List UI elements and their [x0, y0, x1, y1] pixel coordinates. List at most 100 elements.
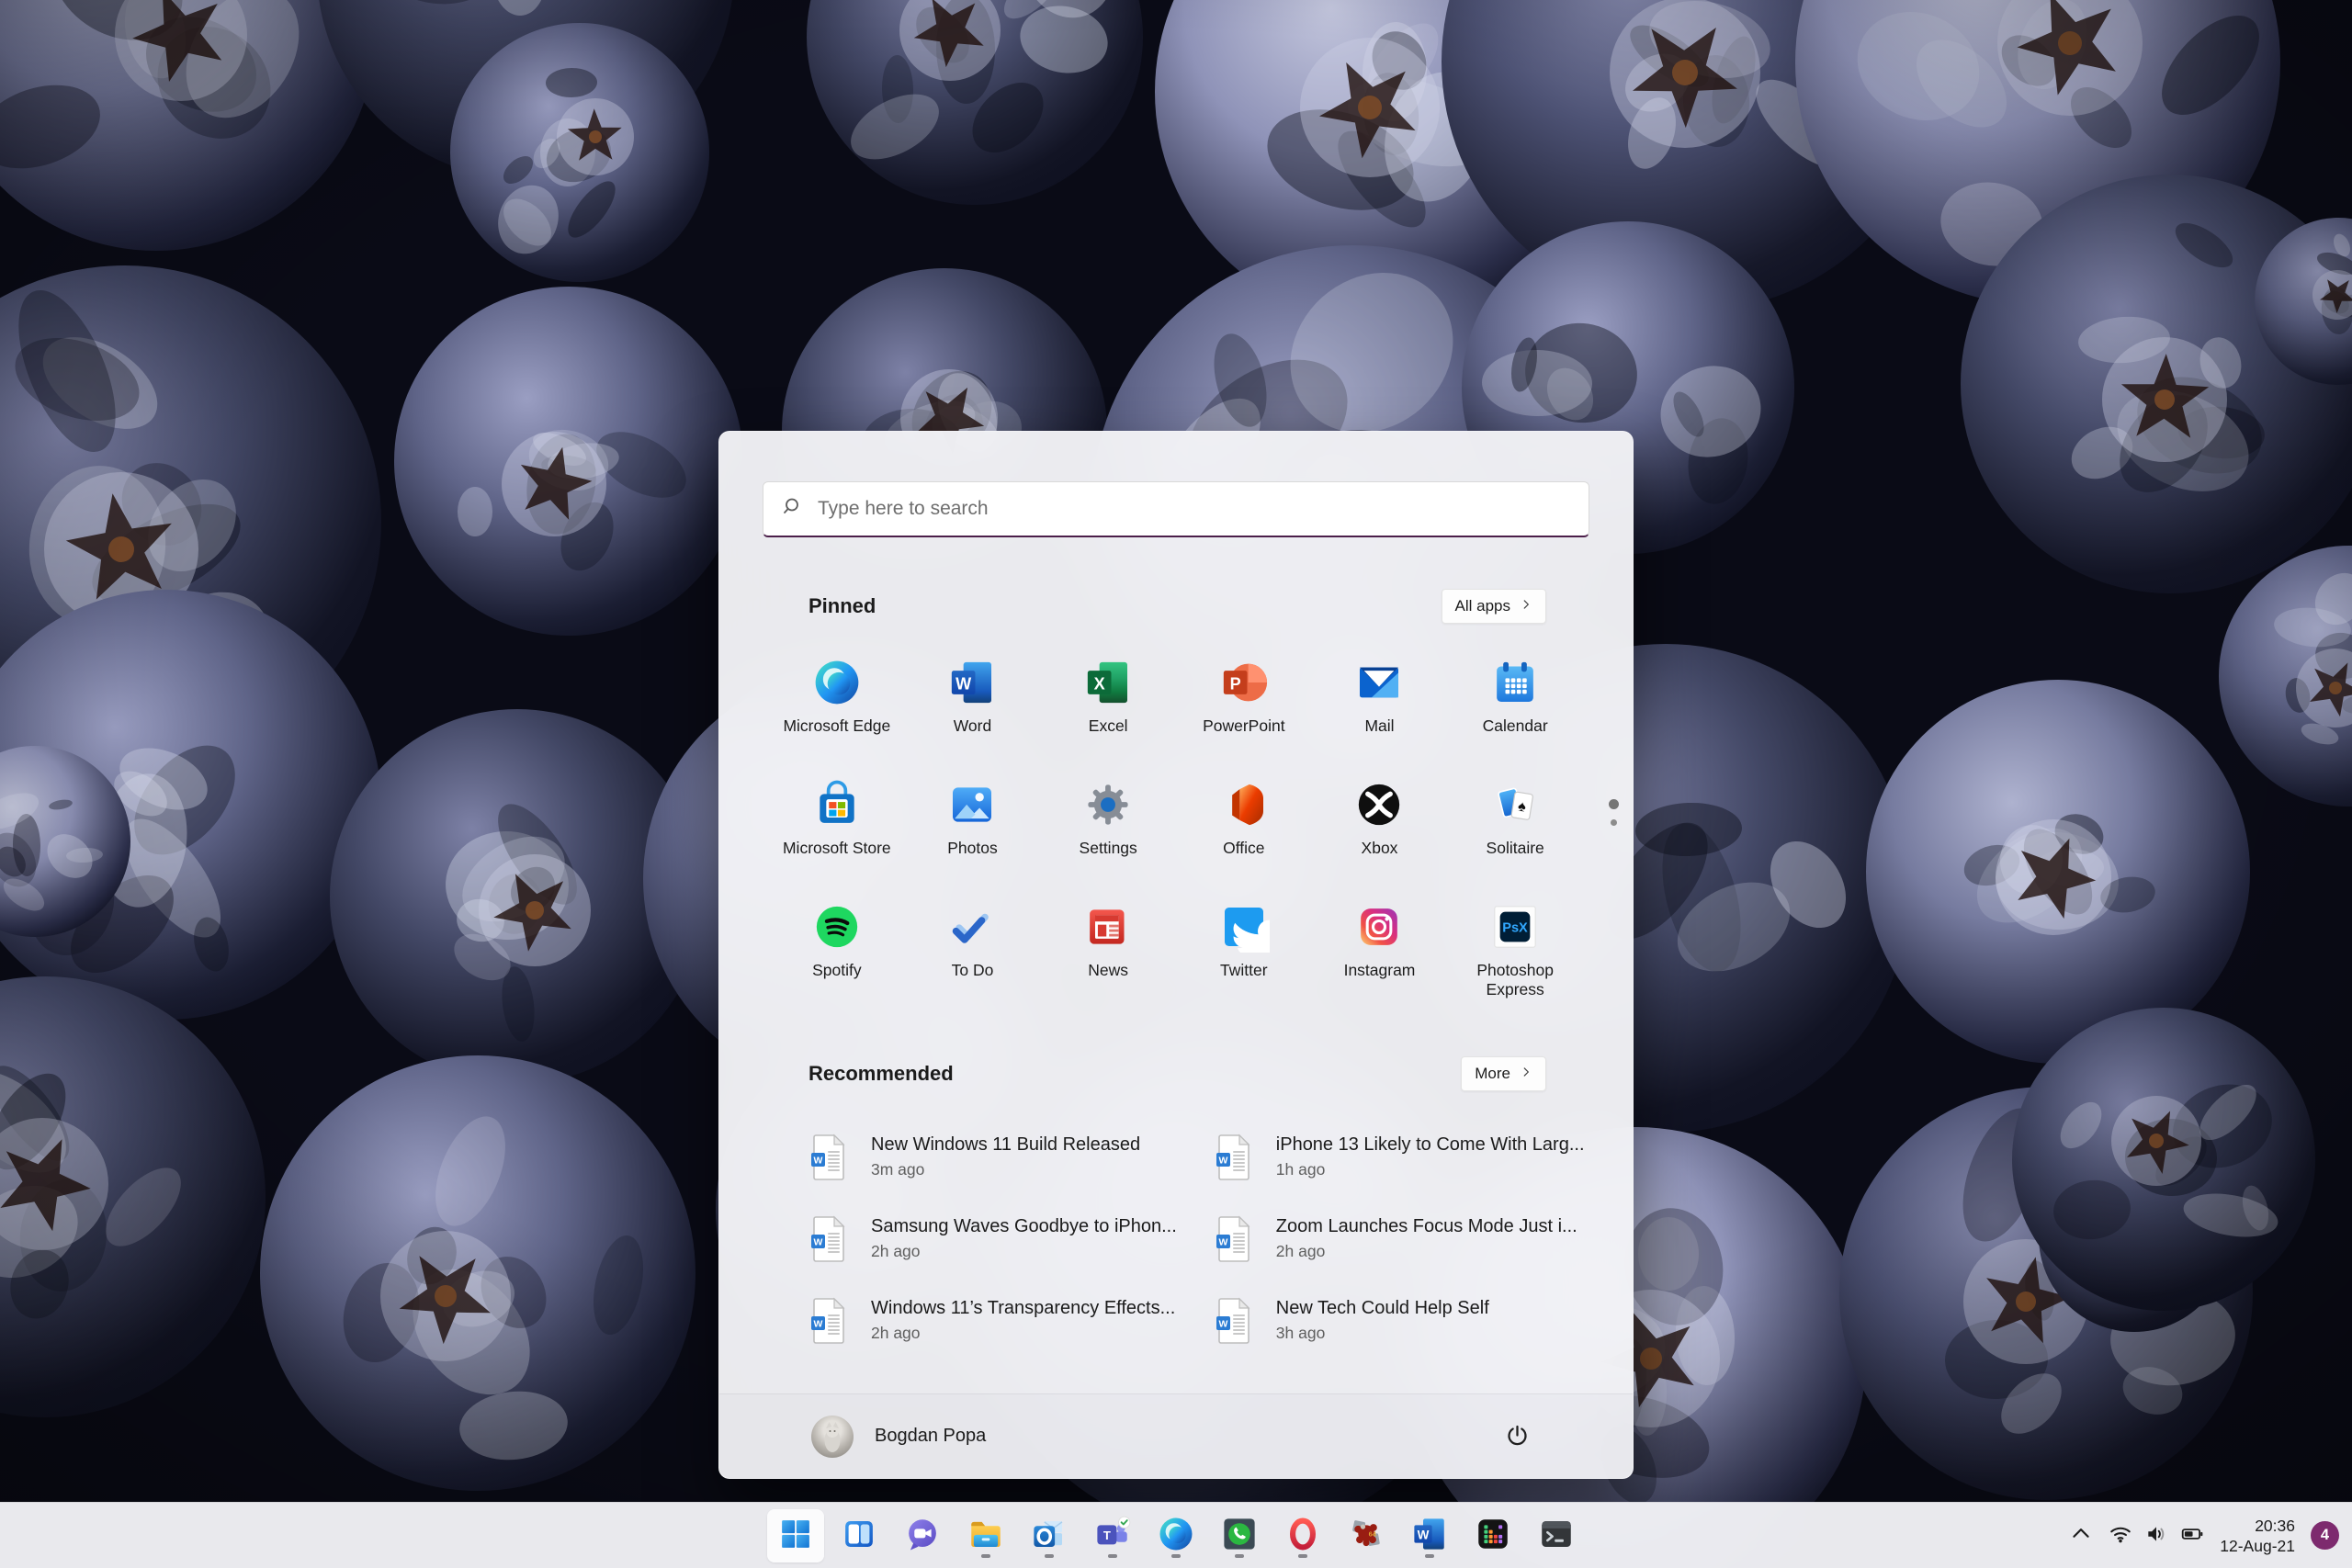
taskbar-widgets-button[interactable]	[831, 1509, 888, 1562]
app-label: Solitaire	[1486, 839, 1544, 857]
pinned-app-twitter[interactable]: Twitter	[1176, 894, 1312, 1016]
app-label: Microsoft Edge	[783, 716, 891, 735]
pinned-title: Pinned	[808, 594, 876, 617]
tray-overflow-button[interactable]	[2069, 1522, 2093, 1549]
recommended-item[interactable]: W New Tech Could Help Self 3h ago	[1214, 1288, 1585, 1353]
pinned-app-solitaire[interactable]: ♠ Solitaire	[1447, 772, 1583, 894]
pinned-app-instagram[interactable]: Instagram	[1312, 894, 1448, 1016]
chevron-right-icon	[1520, 1065, 1532, 1083]
wifi-icon	[2109, 1522, 2132, 1549]
recommended-item[interactable]: WiPhone 13 Likely to Come With Larg... 1h…	[1214, 1124, 1585, 1190]
taskbar-music-grid-button[interactable]	[1464, 1509, 1521, 1562]
recommended-title-text: Zoom Launches Focus Mode Just i...	[1275, 1216, 1577, 1236]
app-label: Calendar	[1482, 716, 1548, 735]
pinned-app-photos[interactable]: Photos	[905, 772, 1041, 894]
all-apps-button[interactable]: All apps	[1441, 589, 1546, 624]
clock[interactable]: 20:36 12-Aug-21	[2220, 1516, 2295, 1556]
taskbar-whatsapp-button[interactable]	[1211, 1509, 1268, 1562]
twitter-icon	[1218, 901, 1270, 953]
excel-icon: X	[1082, 657, 1134, 708]
taskbar: T 64 W 20:36 12-Aug-21 4	[0, 1502, 2352, 1568]
taskbar-file-explorer-button[interactable]	[957, 1509, 1014, 1562]
recommended-title: Recommended	[808, 1062, 954, 1085]
news-icon	[1082, 901, 1134, 953]
user-profile[interactable]: Bogdan Popa	[811, 1415, 986, 1458]
pinned-app-office[interactable]: Office	[1176, 772, 1312, 894]
search-input[interactable]	[763, 481, 1589, 537]
tray-date: 12-Aug-21	[2220, 1536, 2295, 1555]
pinned-app-xbox[interactable]: Xbox	[1312, 772, 1448, 894]
instagram-icon	[1353, 901, 1405, 953]
pinned-app-word[interactable]: W Word	[905, 649, 1041, 772]
power-button[interactable]	[1497, 1416, 1537, 1457]
all-apps-label: All apps	[1454, 597, 1510, 615]
recommended-time: 2h ago	[871, 1242, 921, 1260]
app-label: Instagram	[1343, 961, 1416, 979]
todo-icon	[946, 901, 998, 953]
app-label: To Do	[951, 961, 994, 979]
recommended-title-text: New Windows 11 Build Released	[871, 1134, 1141, 1155]
solitaire-icon: ♠	[1489, 779, 1541, 830]
pagination-dot-active[interactable]	[1609, 799, 1619, 809]
app-label: Office	[1223, 839, 1265, 857]
recommended-time: 3h ago	[1275, 1324, 1326, 1342]
edge-icon	[811, 657, 863, 708]
start-menu: Pinned All apps Microsoft Edge W Word X Ex…	[718, 431, 1634, 1479]
svg-text:W: W	[956, 675, 973, 694]
svg-text:W: W	[1218, 1318, 1227, 1329]
word-document-icon: W	[1214, 1297, 1252, 1345]
word-document-icon: W	[808, 1215, 847, 1263]
pinned-app-calendar[interactable]: Calendar	[1447, 649, 1583, 772]
pinned-app-settings[interactable]: Settings	[1040, 772, 1176, 894]
recommended-time: 1h ago	[1275, 1160, 1326, 1179]
taskbar-outlook-button[interactable]	[1021, 1509, 1078, 1562]
pinned-app-excel[interactable]: X Excel	[1040, 649, 1176, 772]
word-icon: W	[946, 657, 998, 708]
pagination-dot[interactable]	[1611, 819, 1617, 826]
file-explorer-icon	[967, 1515, 1005, 1556]
pinned-app-microsoft-edge[interactable]: Microsoft Edge	[769, 649, 905, 772]
pinned-app-spotify[interactable]: Spotify	[769, 894, 905, 1016]
app-label: Mail	[1364, 716, 1395, 735]
svg-text:W: W	[814, 1155, 823, 1166]
svg-text:P: P	[1229, 675, 1240, 694]
recommended-item[interactable]: W Windows 11’s Transparency Effects... 2h …	[808, 1288, 1177, 1353]
taskbar-edge-button[interactable]	[1148, 1509, 1204, 1562]
spotify-icon	[811, 901, 863, 953]
cheat-engine-icon: 64	[1347, 1515, 1385, 1556]
office-icon	[1218, 779, 1270, 830]
avatar	[811, 1415, 854, 1458]
taskbar-teams-button[interactable]: T	[1084, 1509, 1141, 1562]
recommended-item[interactable]: W Samsung Waves Goodbye to iPhon... 2h ago	[808, 1206, 1177, 1271]
pinned-app-to-do[interactable]: To Do	[905, 894, 1041, 1016]
pinned-app-microsoft-store[interactable]: Microsoft Store	[769, 772, 905, 894]
pinned-app-news[interactable]: News	[1040, 894, 1176, 1016]
recommended-time: 2h ago	[871, 1324, 921, 1342]
word-icon: W	[1410, 1515, 1449, 1556]
pinned-app-photoshop-express[interactable]: PsX Photoshop Express	[1447, 894, 1583, 1016]
svg-text:W: W	[1218, 1236, 1227, 1247]
tray-network-volume-battery[interactable]	[2109, 1522, 2204, 1549]
taskbar-opera-button[interactable]	[1274, 1509, 1331, 1562]
pagination-dots	[1609, 799, 1619, 826]
taskbar-terminal-button[interactable]	[1528, 1509, 1585, 1562]
store-icon	[811, 779, 863, 830]
more-button[interactable]: More	[1461, 1056, 1546, 1091]
taskbar-chat-button[interactable]	[894, 1509, 951, 1562]
pinned-app-powerpoint[interactable]: P PowerPoint	[1176, 649, 1312, 772]
taskbar-word-button[interactable]: W	[1401, 1509, 1458, 1562]
terminal-icon	[1537, 1515, 1576, 1556]
recommended-item[interactable]: W Zoom Launches Focus Mode Just i... 2h ag…	[1214, 1206, 1585, 1271]
system-tray: 20:36 12-Aug-21 4	[2069, 1503, 2339, 1568]
app-label: PowerPoint	[1203, 716, 1285, 735]
taskbar-cheat-engine-button[interactable]: 64	[1338, 1509, 1395, 1562]
recommended-item[interactable]: W New Windows 11 Build Released 3m ago	[808, 1124, 1177, 1190]
notification-badge[interactable]: 4	[2311, 1521, 2339, 1550]
edge-icon	[1157, 1515, 1195, 1556]
app-label: Microsoft Store	[782, 839, 891, 857]
pinned-app-mail[interactable]: Mail	[1312, 649, 1448, 772]
svg-text:T: T	[1103, 1529, 1111, 1542]
search-field[interactable]	[818, 498, 1570, 520]
taskbar-start-button[interactable]	[767, 1508, 824, 1562]
whatsapp-icon	[1220, 1515, 1259, 1556]
